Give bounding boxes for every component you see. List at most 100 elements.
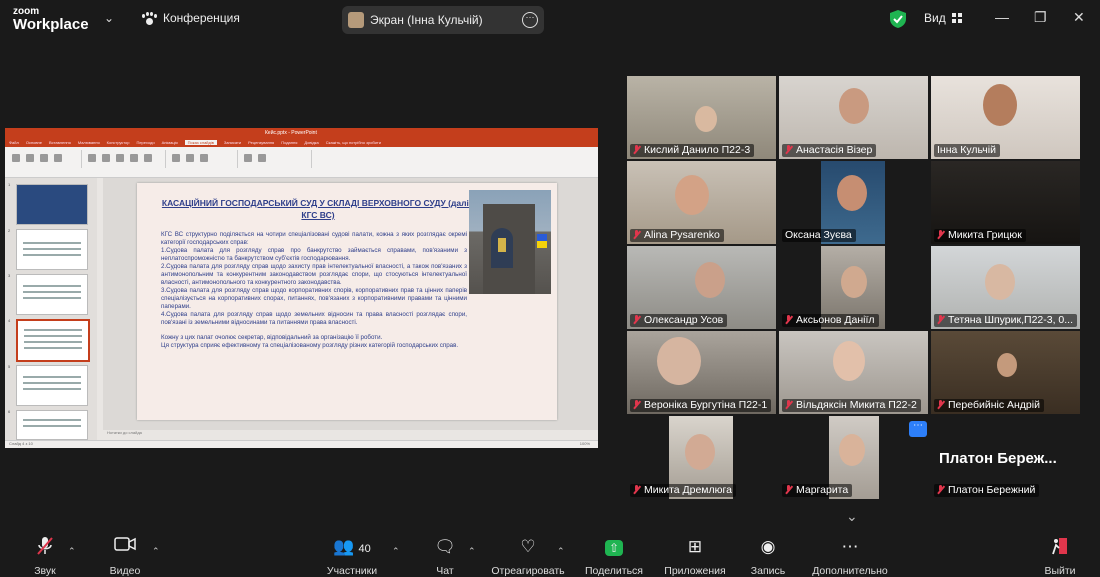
slide-thumbnail[interactable] [16, 365, 88, 406]
paw-icon [141, 11, 157, 26]
ppt-tab[interactable]: Анімація [162, 140, 178, 145]
participants-icon: 👥 [333, 537, 355, 556]
meeting-info[interactable]: Конференция [141, 11, 240, 26]
leave-button[interactable]: Выйти [1040, 536, 1080, 577]
tile-more-options-button[interactable]: ⋯ [909, 421, 927, 437]
participant-tile[interactable]: Анастасія Візер [779, 76, 928, 159]
audio-button[interactable]: Звук [25, 536, 65, 577]
apps-label: Приложения [664, 565, 726, 577]
participant-tile[interactable]: Alina Pysarenko [627, 161, 776, 244]
participant-tile[interactable]: Олександр Усов [627, 246, 776, 329]
ppt-tab[interactable]: Скажіть, що потрібно зробити [326, 140, 381, 145]
chat-button[interactable]: 🗨 Чат [430, 536, 460, 577]
muted-mic-icon [937, 230, 944, 239]
ppt-tab[interactable]: Основне [26, 140, 42, 145]
more-label: Дополнительно [812, 565, 888, 577]
muted-mic-icon [633, 145, 640, 154]
participant-tile[interactable]: Микита Дремлюга [627, 416, 776, 499]
ppt-tab[interactable]: Файл [9, 140, 19, 145]
participant-tile[interactable]: Вільдяксін Микита П22-2 [779, 331, 928, 414]
view-button[interactable]: Вид [924, 11, 962, 25]
top-bar: zoom Workplace ⌄ Конференция Экран (Інна… [0, 0, 1100, 38]
video-camera-icon [114, 537, 136, 551]
ppt-tab[interactable]: Подання [281, 140, 297, 145]
participant-tile[interactable]: Вероніка Бургутіна П22-1 [627, 331, 776, 414]
ppt-tab[interactable]: Записати [224, 140, 241, 145]
ppt-tab[interactable]: Переходи [136, 140, 154, 145]
more-options-icon[interactable]: ⋯ [522, 12, 538, 28]
ribbon-group [169, 150, 238, 168]
minimize-icon[interactable]: — [995, 9, 1009, 25]
close-icon[interactable]: ✕ [1073, 9, 1085, 26]
shield-icon[interactable] [890, 10, 906, 28]
record-button[interactable]: ◉ Запись [748, 536, 788, 577]
screen-share-indicator[interactable]: Экран (Інна Кульчій) ⋯ [342, 6, 544, 34]
court-building-image [469, 190, 551, 294]
participant-tile[interactable]: Перебийніс Андрій [931, 331, 1080, 414]
muted-mic-icon [785, 485, 792, 494]
slide-paragraph: 2.Судова палата для розгляду справ щодо … [161, 263, 467, 286]
participants-caret-icon[interactable]: ⌃ [392, 546, 400, 557]
chevron-down-icon[interactable]: ⌄ [846, 508, 858, 525]
video-label: Видео [109, 565, 141, 577]
react-label: Отреагировать [491, 565, 565, 577]
participant-tile[interactable]: Микита Грицюк [931, 161, 1080, 244]
participant-name: Микита Грицюк [948, 229, 1022, 241]
ppt-status-bar: Слайд 4 з 10 100% [5, 440, 598, 448]
chat-caret-icon[interactable]: ⌃ [468, 546, 476, 557]
react-button[interactable]: ♡ Отреагировать [490, 536, 566, 577]
participant-tile[interactable]: Платон Береж... Платон Бережний [931, 416, 1080, 499]
ppt-tab[interactable]: Малювання [78, 140, 100, 145]
muted-mic-icon [937, 485, 944, 494]
participant-tile[interactable]: Кислий Данило П22-3 [627, 76, 776, 159]
muted-mic-icon [633, 315, 640, 324]
ppt-tab[interactable]: Вставлення [49, 140, 71, 145]
slide-thumbnail[interactable] [16, 274, 88, 315]
muted-mic-icon [633, 230, 640, 239]
slide-notes[interactable]: Нотатки до слайда [103, 430, 598, 440]
muted-mic-icon [937, 400, 944, 409]
slide-thumbnail[interactable] [16, 184, 88, 225]
ppt-title-bar: Кейс.pptx - PowerPoint [5, 128, 598, 138]
leave-label: Выйти [1044, 565, 1076, 577]
slide-paragraph: 1.Судова палата для розгляду справ про б… [161, 247, 467, 262]
shared-screen[interactable]: Кейс.pptx - PowerPoint Файл Основне Вставл… [5, 128, 598, 448]
audio-caret-icon[interactable]: ⌃ [68, 546, 76, 557]
muted-mic-icon [785, 400, 792, 409]
chevron-down-icon[interactable]: ⌄ [104, 11, 114, 25]
slide-canvas: КАСАЦІЙНИЙ ГОСПОДАРСЬКИЙ СУД У СКЛАДІ ВЕ… [103, 178, 598, 430]
participant-name: Alina Pysarenko [644, 229, 720, 241]
heart-icon: ♡ [520, 537, 536, 556]
participant-tile[interactable]: Маргарита [779, 416, 928, 499]
ppt-tab[interactable]: Довідка [304, 140, 318, 145]
react-caret-icon[interactable]: ⌃ [557, 546, 565, 557]
participants-count: 40 [358, 543, 371, 555]
participant-tile-active-speaker[interactable]: Інна Кульчій [931, 76, 1080, 159]
slide-paragraph: Кожну з цих палат очолює секретар, відпо… [161, 334, 383, 341]
slide-thumbnail[interactable] [16, 410, 88, 440]
ppt-tab[interactable]: Показ слайдів [184, 140, 217, 145]
restore-icon[interactable]: ❐ [1034, 9, 1047, 26]
participant-tile[interactable]: Тетяна Шпурик,П22-3, 0... [931, 246, 1080, 329]
meeting-toolbar: Звук ⌃ Видео ⌃ 👥 40 Участники ⌃ 🗨 Чат ⌃ ♡… [0, 536, 1100, 577]
video-caret-icon[interactable]: ⌃ [152, 546, 160, 557]
slide-body: КГС ВС структурно поділяється на чотири … [161, 231, 467, 350]
ribbon-group [9, 150, 82, 168]
slide-paragraph: Ця структура сприяє ефективному та спеці… [161, 342, 459, 349]
apps-button[interactable]: ⊞ Приложения [662, 536, 728, 577]
participant-name: Микита Дремлюга [644, 484, 732, 496]
slide-thumbnail-selected[interactable] [16, 319, 90, 362]
ppt-ribbon [5, 147, 598, 178]
slide-title: КАСАЦІЙНИЙ ГОСПОДАРСЬКИЙ СУД У СКЛАДІ ВЕ… [161, 198, 475, 220]
more-button[interactable]: ⋯ Дополнительно [810, 536, 890, 577]
ppt-tab[interactable]: Рецензування [248, 140, 274, 145]
record-icon: ◉ [760, 537, 776, 556]
video-button[interactable]: Видео [104, 536, 146, 577]
notes-placeholder: Нотатки до слайда [107, 430, 142, 435]
slide-thumbnail[interactable] [16, 229, 88, 270]
participant-tile[interactable]: Аксьонов Даніїл [779, 246, 928, 329]
ppt-tab[interactable]: Конструктор [107, 140, 130, 145]
share-button[interactable]: ⇧ Поделиться [584, 536, 644, 577]
participant-tile[interactable]: Оксана Зуєва [779, 161, 928, 244]
participants-button[interactable]: 👥 40 Участники [324, 536, 380, 577]
